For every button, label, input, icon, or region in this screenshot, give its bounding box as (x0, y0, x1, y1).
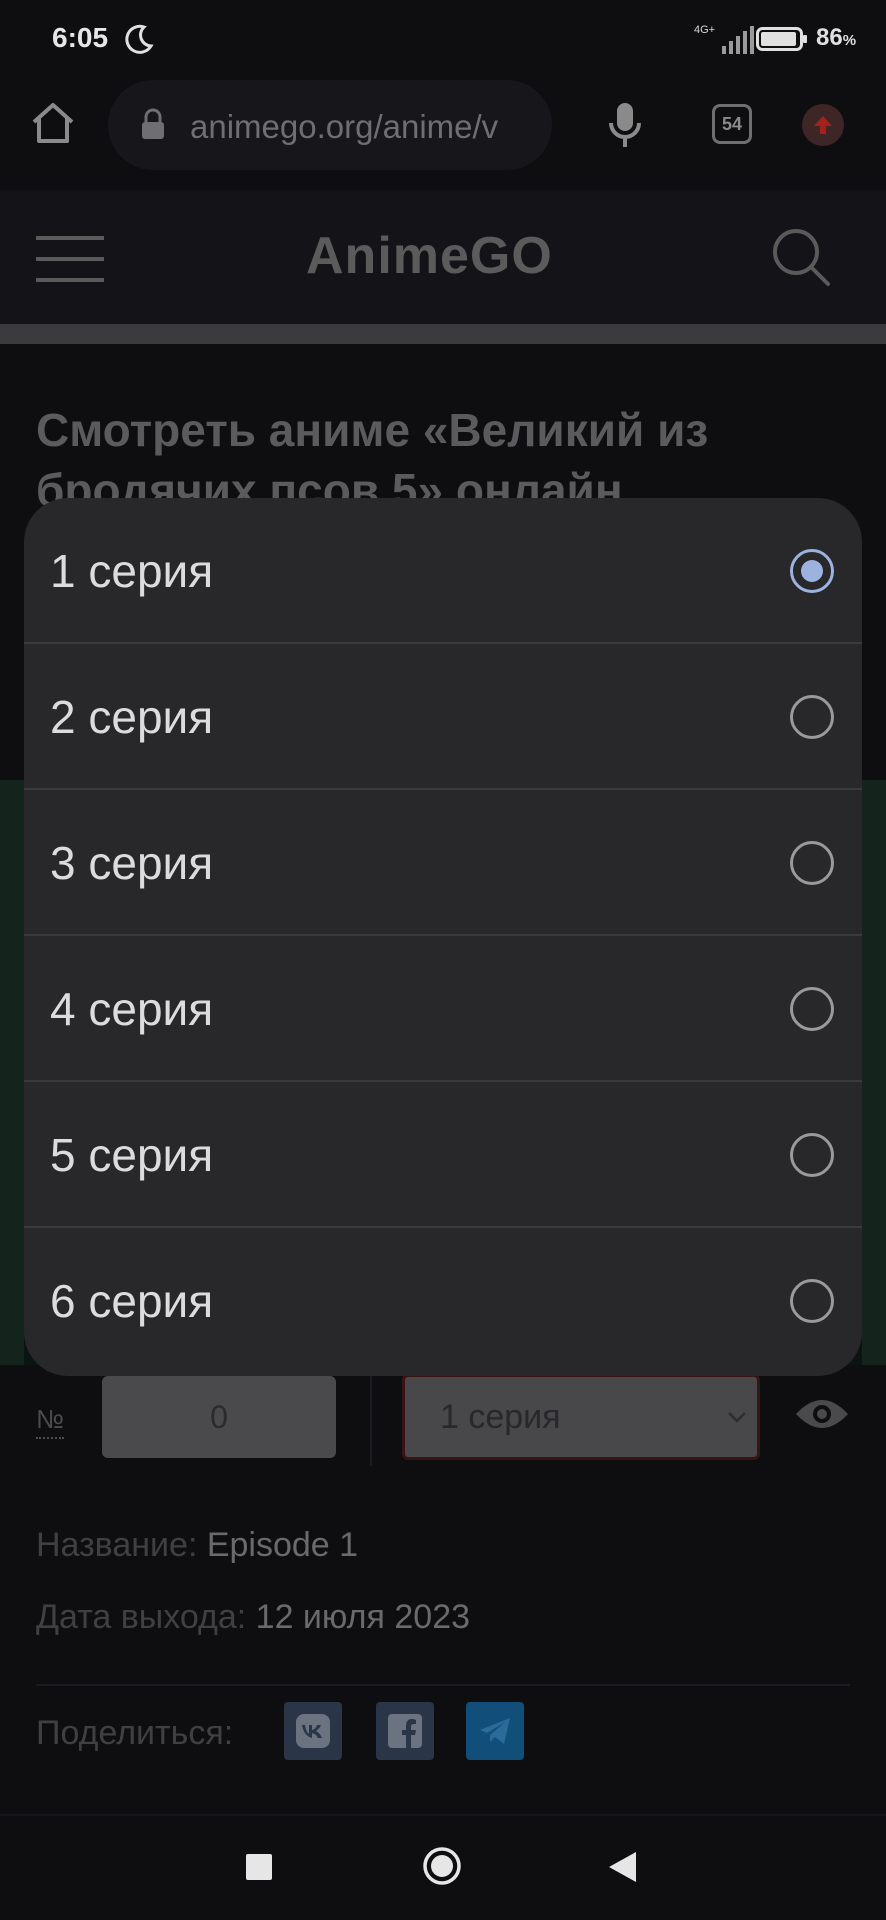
option-label: 5 серия (50, 1129, 214, 1181)
network-type: 4G+ (694, 24, 716, 36)
telegram-share-button[interactable] (466, 1702, 524, 1760)
radio-unchecked-icon[interactable] (790, 695, 834, 739)
back-button[interactable] (606, 1850, 638, 1884)
option-label: 4 серия (50, 983, 214, 1035)
episode-picker-dialog: 1 серия 2 серия 3 серия 4 серия 5 серия … (24, 498, 862, 1376)
chevron-down-icon (728, 1412, 746, 1423)
episode-select-value: 1 серия (440, 1398, 561, 1436)
episode-option-3[interactable]: 3 серия (24, 790, 862, 936)
facebook-icon (388, 1714, 422, 1748)
radio-checked-icon[interactable] (790, 549, 834, 593)
episode-option-5[interactable]: 5 серия (24, 1082, 862, 1228)
url-text[interactable]: animego.org/anime/v (190, 108, 535, 146)
search-icon[interactable] (770, 226, 832, 288)
radio-unchecked-icon[interactable] (790, 1133, 834, 1177)
radio-unchecked-icon[interactable] (790, 987, 834, 1031)
microphone-icon[interactable] (606, 101, 644, 149)
tabs-button[interactable]: 54 (712, 104, 752, 144)
episode-option-2[interactable]: 2 серия (24, 644, 862, 790)
option-label: 2 серия (50, 691, 214, 743)
facebook-share-button[interactable] (376, 1702, 434, 1760)
option-label: 3 серия (50, 837, 214, 889)
battery-icon (756, 27, 807, 51)
home-icon[interactable] (30, 100, 76, 146)
telegram-icon (480, 1718, 510, 1744)
arrow-up-icon (814, 116, 832, 134)
option-label: 1 серия (50, 545, 214, 597)
hamburger-menu-icon[interactable] (36, 234, 104, 284)
divider (36, 1684, 850, 1686)
nav-home-button[interactable] (422, 1846, 462, 1886)
lock-icon (142, 108, 164, 139)
moon-icon (125, 24, 154, 54)
episode-name: Episode 1 (206, 1526, 359, 1564)
radio-unchecked-icon[interactable] (790, 1279, 834, 1323)
release-date: 12 июля 2023 (255, 1598, 471, 1636)
episode-option-4[interactable]: 4 серия (24, 936, 862, 1082)
header-strip (0, 324, 886, 344)
share-label: Поделиться: (36, 1714, 234, 1752)
signal-icon (722, 26, 754, 54)
release-date-info: Дата выхода: 12 июля 2023 (36, 1598, 471, 1636)
option-label: 6 серия (50, 1275, 214, 1327)
episode-number-label: № (36, 1404, 64, 1439)
vk-share-button[interactable] (284, 1702, 342, 1760)
battery-percentage: 86% (816, 24, 857, 51)
recent-apps-button[interactable] (246, 1854, 272, 1880)
row-divider (370, 1370, 372, 1466)
update-button[interactable] (802, 104, 844, 146)
episode-option-6[interactable]: 6 серия (24, 1228, 862, 1374)
vk-icon (296, 1714, 330, 1748)
title-info: Название: Episode 1 (36, 1526, 359, 1564)
radio-unchecked-icon[interactable] (790, 841, 834, 885)
episode-number-input[interactable]: 0 (102, 1376, 336, 1458)
episode-option-1[interactable]: 1 серия (24, 498, 862, 644)
status-time: 6:05 (52, 22, 109, 53)
site-logo[interactable]: AnimeGO (306, 226, 553, 286)
eye-icon[interactable] (794, 1394, 850, 1434)
